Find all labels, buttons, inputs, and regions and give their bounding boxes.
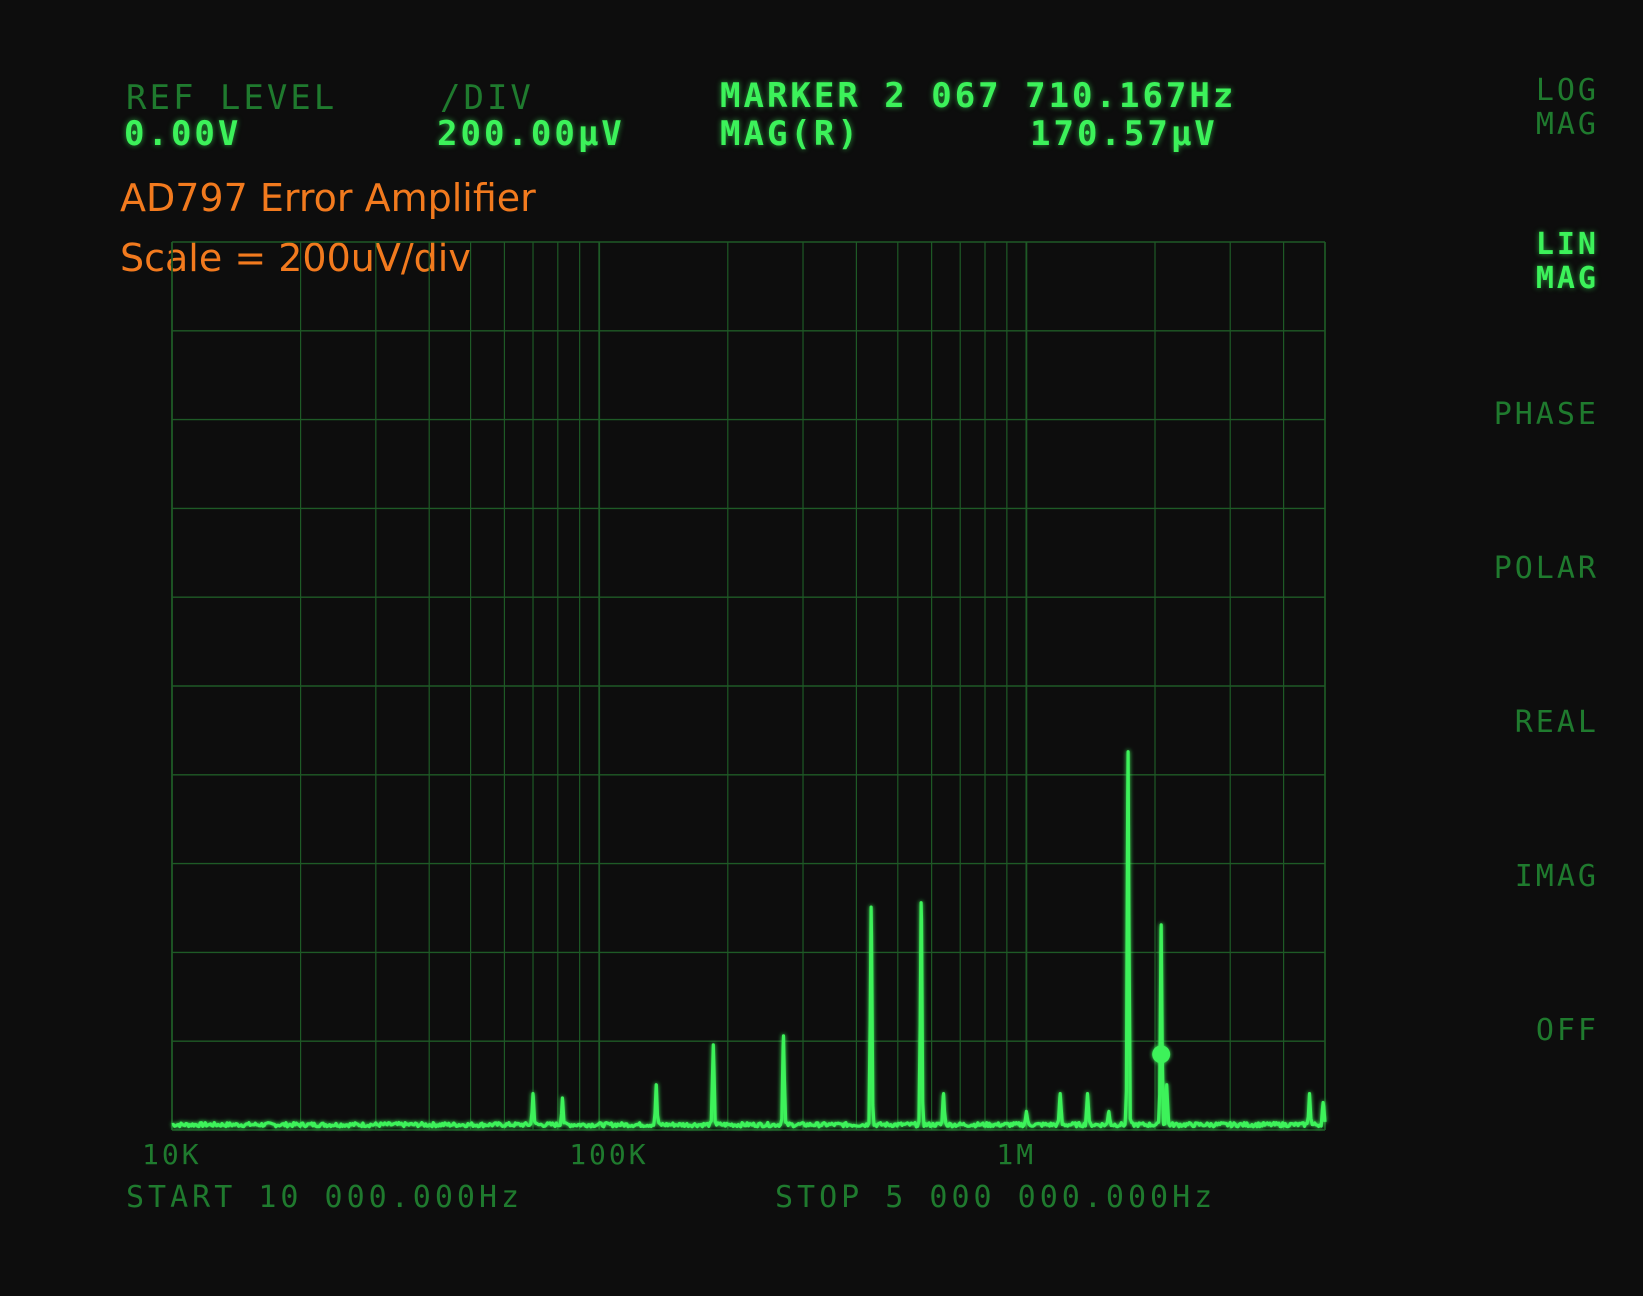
stop-frequency: STOP 5 000 000.000Hz xyxy=(775,1180,1217,1215)
x-tick-label: 100K xyxy=(569,1138,648,1171)
x-tick-label: 1M xyxy=(996,1138,1036,1171)
x-tick-label: 10K xyxy=(142,1138,202,1171)
spectrum-trace xyxy=(171,750,1327,1129)
start-frequency: START 10 000.000Hz xyxy=(126,1180,524,1215)
marker-2-dot xyxy=(1152,1045,1171,1064)
spectrum-plot: 10K 100K 1M xyxy=(142,241,1327,1171)
